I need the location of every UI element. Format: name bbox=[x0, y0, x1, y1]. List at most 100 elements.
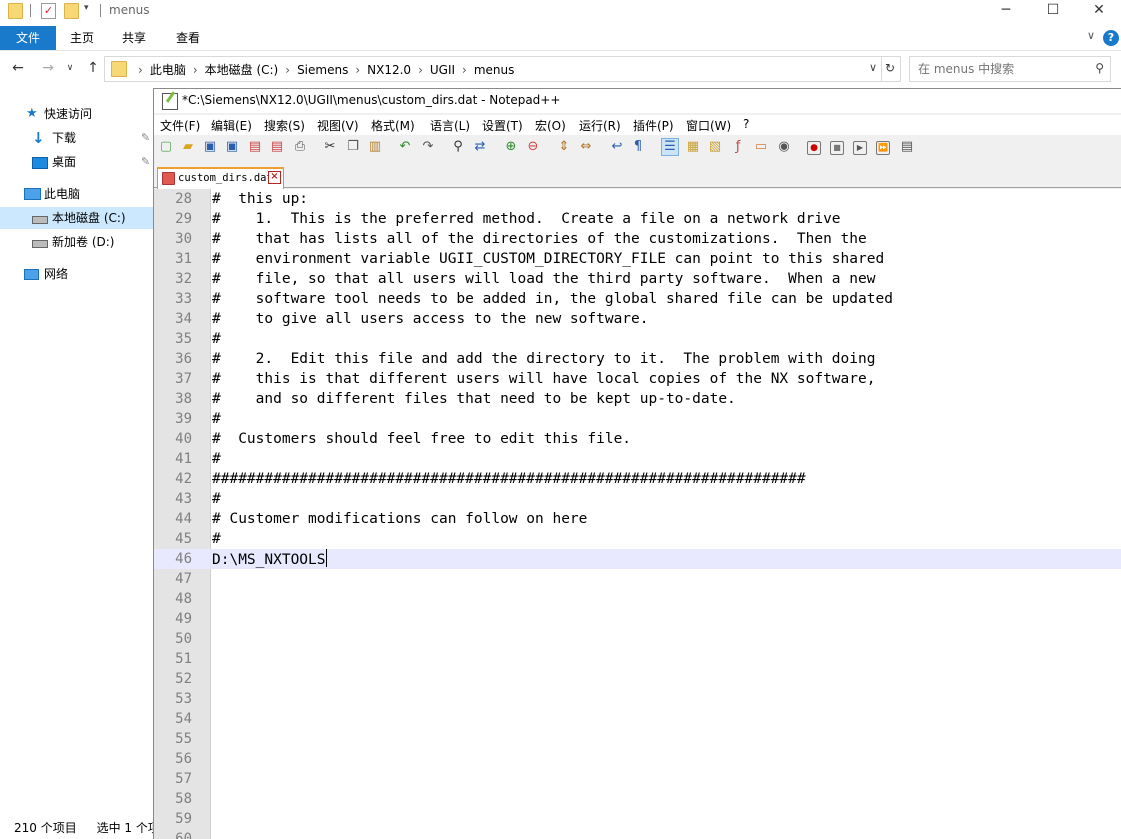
code-line[interactable]: 30 # that has lists all of the directorie… bbox=[154, 229, 1121, 249]
nav-item-drive-d[interactable]: 新加卷 (D:) bbox=[0, 231, 153, 253]
code-line[interactable]: 56 bbox=[154, 749, 1121, 769]
customize-quick-access-icon[interactable]: ▾ bbox=[84, 3, 97, 17]
code-line[interactable]: 43 # bbox=[154, 489, 1121, 509]
menu-window[interactable]: 窗口(W) bbox=[686, 117, 731, 134]
menu-run[interactable]: 运行(R) bbox=[579, 117, 621, 134]
document-map-icon[interactable]: ▧ bbox=[707, 139, 723, 155]
folder-workspace-icon[interactable]: ▭ bbox=[753, 139, 769, 155]
code-line[interactable]: 48 bbox=[154, 589, 1121, 609]
cut-icon[interactable]: ✂ bbox=[322, 139, 338, 155]
code-line[interactable]: 51 bbox=[154, 649, 1121, 669]
zoom-in-icon[interactable]: ⊕ bbox=[503, 139, 519, 155]
line-text[interactable]: D:\MS_NXTOOLS bbox=[212, 549, 327, 570]
line-text[interactable]: # bbox=[212, 449, 221, 469]
code-line[interactable]: 47 bbox=[154, 569, 1121, 589]
properties-icon[interactable]: ✓ bbox=[41, 3, 56, 19]
code-line[interactable]: 46 D:\MS_NXTOOLS bbox=[154, 549, 1121, 569]
search-icon[interactable]: ⚲ bbox=[1095, 61, 1104, 75]
menu-macro[interactable]: 宏(O) bbox=[535, 117, 566, 134]
monitoring-icon[interactable]: ◉ bbox=[776, 139, 792, 155]
up-icon[interactable]: ↑ bbox=[85, 60, 101, 76]
menu-search[interactable]: 搜索(S) bbox=[264, 117, 305, 134]
word-wrap-icon[interactable]: ↩ bbox=[609, 139, 625, 155]
breadcrumb-item[interactable]: UGII bbox=[430, 63, 455, 77]
play-macro-icon[interactable]: ▶ bbox=[853, 141, 867, 155]
code-line[interactable]: 55 bbox=[154, 729, 1121, 749]
function-list-icon[interactable]: ƒ bbox=[730, 139, 746, 155]
code-line[interactable]: 50 bbox=[154, 629, 1121, 649]
undo-icon[interactable]: ↶ bbox=[397, 139, 413, 155]
code-line[interactable]: 33 # software tool needs to be added in, … bbox=[154, 289, 1121, 309]
zoom-out-icon[interactable]: ⊖ bbox=[525, 139, 541, 155]
nav-item-network[interactable]: 网络 bbox=[0, 263, 153, 285]
breadcrumb-item[interactable]: 本地磁盘 (C:) bbox=[205, 63, 279, 77]
tab-custom-dirs[interactable]: custom_dirs.dat × bbox=[157, 167, 284, 189]
line-text[interactable]: # 2. Edit this file and add the director… bbox=[212, 349, 875, 369]
tab-file[interactable]: 文件 bbox=[0, 26, 56, 50]
tab-home[interactable]: 主页 bbox=[62, 26, 102, 50]
line-text[interactable]: # environment variable UGII_CUSTOM_DIREC… bbox=[212, 249, 884, 269]
close-button[interactable]: ✕ bbox=[1076, 0, 1121, 22]
code-line[interactable]: 59 bbox=[154, 809, 1121, 829]
find-icon[interactable]: ⚲ bbox=[450, 139, 466, 155]
line-text[interactable]: # bbox=[212, 529, 221, 549]
menu-settings[interactable]: 设置(T) bbox=[482, 117, 523, 134]
line-text[interactable]: ########################################… bbox=[212, 469, 806, 489]
code-line[interactable]: 41 # bbox=[154, 449, 1121, 469]
minimize-button[interactable]: ─ bbox=[983, 0, 1029, 22]
breadcrumb-item[interactable]: NX12.0 bbox=[367, 63, 411, 77]
pin-icon[interactable]: ✎ bbox=[141, 127, 150, 149]
line-text[interactable]: # bbox=[212, 409, 221, 429]
print-icon[interactable]: ⎙ bbox=[292, 139, 308, 155]
copy-icon[interactable]: ❐ bbox=[345, 139, 361, 155]
line-text[interactable]: # Customer modifications can follow on h… bbox=[212, 509, 587, 529]
breadcrumb-item[interactable]: Siemens bbox=[297, 63, 348, 77]
code-line[interactable]: 37 # this is that different users will ha… bbox=[154, 369, 1121, 389]
code-line[interactable]: 35 # bbox=[154, 329, 1121, 349]
show-all-chars-icon[interactable]: ¶ bbox=[630, 139, 646, 155]
menu-help[interactable]: ? bbox=[743, 117, 749, 131]
refresh-button[interactable]: ↻ bbox=[880, 56, 901, 82]
line-text[interactable]: # file, so that all users will load the … bbox=[212, 269, 875, 289]
recent-locations-icon[interactable]: ∨ bbox=[62, 60, 78, 76]
sync-vertical-icon[interactable]: ⇕ bbox=[556, 139, 572, 155]
code-line[interactable]: 49 bbox=[154, 609, 1121, 629]
open-file-icon[interactable]: ▰ bbox=[180, 139, 196, 155]
user-language-icon[interactable]: ▦ bbox=[685, 139, 701, 155]
forward-icon[interactable]: → bbox=[40, 60, 56, 76]
save-all-icon[interactable]: ▣ bbox=[224, 139, 240, 155]
code-line[interactable]: 58 bbox=[154, 789, 1121, 809]
code-line[interactable]: 54 bbox=[154, 709, 1121, 729]
chevron-right-icon[interactable]: › bbox=[193, 63, 198, 77]
code-line[interactable]: 44 # Customer modifications can follow on… bbox=[154, 509, 1121, 529]
code-line[interactable]: 45 # bbox=[154, 529, 1121, 549]
chevron-right-icon[interactable]: › bbox=[285, 63, 290, 77]
line-text[interactable]: # 1. This is the preferred method. Creat… bbox=[212, 209, 841, 229]
line-text[interactable]: # to give all users access to the new so… bbox=[212, 309, 649, 329]
record-macro-icon[interactable]: ● bbox=[807, 141, 821, 155]
new-folder-icon[interactable] bbox=[64, 3, 79, 19]
text-editor[interactable]: 28 # this up: 29 # 1. This is the preferred… bbox=[154, 189, 1121, 839]
maximize-button[interactable]: ☐ bbox=[1030, 0, 1076, 22]
paste-icon[interactable]: ▥ bbox=[367, 139, 383, 155]
nav-item-desktop[interactable]: 桌面 ✎ bbox=[0, 151, 153, 173]
nav-item-this-pc[interactable]: 此电脑 bbox=[0, 183, 153, 205]
code-line[interactable]: 52 bbox=[154, 669, 1121, 689]
close-file-icon[interactable]: ▤ bbox=[247, 139, 263, 155]
pin-icon[interactable]: ✎ bbox=[141, 151, 150, 173]
code-line[interactable]: 34 # to give all users access to the new … bbox=[154, 309, 1121, 329]
breadcrumb-item[interactable]: menus bbox=[474, 63, 515, 77]
code-line[interactable]: 28 # this up: bbox=[154, 189, 1121, 209]
line-text[interactable]: # bbox=[212, 489, 221, 509]
code-line[interactable]: 57 bbox=[154, 769, 1121, 789]
menu-file[interactable]: 文件(F) bbox=[160, 117, 200, 134]
menu-language[interactable]: 语言(L) bbox=[430, 117, 470, 134]
expand-ribbon-icon[interactable]: ∨ bbox=[1087, 29, 1095, 42]
menu-format[interactable]: 格式(M) bbox=[371, 117, 415, 134]
code-line[interactable]: 36 # 2. Edit this file and add the direct… bbox=[154, 349, 1121, 369]
nav-item-drive-c[interactable]: 本地磁盘 (C:) bbox=[0, 207, 153, 229]
help-button[interactable]: ? bbox=[1103, 30, 1119, 46]
close-all-icon[interactable]: ▤ bbox=[269, 139, 285, 155]
menu-edit[interactable]: 编辑(E) bbox=[211, 117, 252, 134]
line-text[interactable]: # this is that different users will have… bbox=[212, 369, 875, 389]
